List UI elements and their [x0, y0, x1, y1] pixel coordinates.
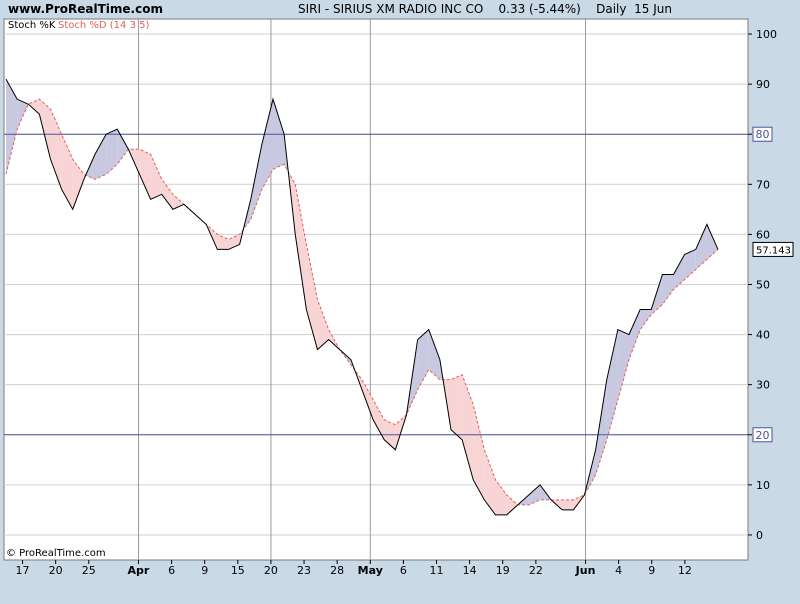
copyright-text: © ProRealTime.com: [6, 548, 106, 559]
fill-segment: [562, 499, 574, 510]
y-axis: 0 10 20 30 40 50 60 70 80 90 100 57.143: [748, 28, 794, 542]
x-tick-label: Apr: [128, 564, 150, 577]
y-tick-label: 100: [756, 28, 777, 41]
y-tick-label: 50: [756, 278, 770, 291]
x-tick-label: 9: [201, 564, 208, 577]
y-tick-label: 30: [756, 379, 770, 392]
x-tick-label: 6: [168, 564, 175, 577]
chart-title: SIRI - SIRIUS XM RADIO INC CO 0.33 (-5.4…: [298, 2, 672, 16]
x-tick-label: 4: [615, 564, 622, 577]
last-value-label: 57.143: [756, 245, 791, 256]
chart-header: www.ProRealTime.com SIRI - SIRIUS XM RAD…: [0, 0, 800, 18]
x-tick-label: 6: [400, 564, 407, 577]
x-tick-label: 25: [82, 564, 96, 577]
y-tick-label: 90: [756, 78, 770, 91]
x-tick-label: 14: [463, 564, 477, 577]
chart-svg: 0 10 20 30 40 50 60 70 80 90 100 57.143 17 20 25 Apr 6 9…: [3, 18, 794, 577]
y-tick-label: 20: [756, 429, 770, 442]
x-tick-label: 12: [678, 564, 692, 577]
y-tick-label: 70: [756, 178, 770, 191]
x-tick-label: 11: [430, 564, 444, 577]
x-tick-label: 28: [330, 564, 344, 577]
x-tick-label: 9: [648, 564, 655, 577]
x-tick-label: Jun: [575, 564, 596, 577]
x-tick-label: 17: [16, 564, 30, 577]
plot-area: [3, 18, 749, 561]
y-tick-label: 10: [756, 479, 770, 492]
y-tick-label: 0: [756, 529, 763, 542]
x-tick-label: 22: [529, 564, 543, 577]
legend-d-label: Stoch %D (14 3 5): [58, 20, 149, 31]
stochastic-chart: 0 10 20 30 40 50 60 70 80 90 100 57.143 17 20 25 Apr 6 9…: [0, 0, 800, 600]
fill-segment: [451, 374, 463, 440]
legend-k-label: Stoch %K: [8, 20, 56, 31]
x-tick-label: 15: [231, 564, 245, 577]
x-axis: 17 20 25 Apr 6 9 15 20 23 28 May 6 11 14 19 22 Jun 4 9 12: [16, 560, 692, 577]
x-tick-label: 19: [496, 564, 510, 577]
y-tick-label: 40: [756, 329, 770, 342]
x-tick-label: 23: [297, 564, 311, 577]
y-tick-label: 60: [756, 228, 770, 241]
site-name[interactable]: www.ProRealTime.com: [8, 0, 163, 18]
y-tick-label: 80: [756, 128, 770, 141]
x-tick-label: May: [358, 564, 383, 577]
x-tick-label: 20: [49, 564, 63, 577]
x-tick-label: 20: [264, 564, 278, 577]
